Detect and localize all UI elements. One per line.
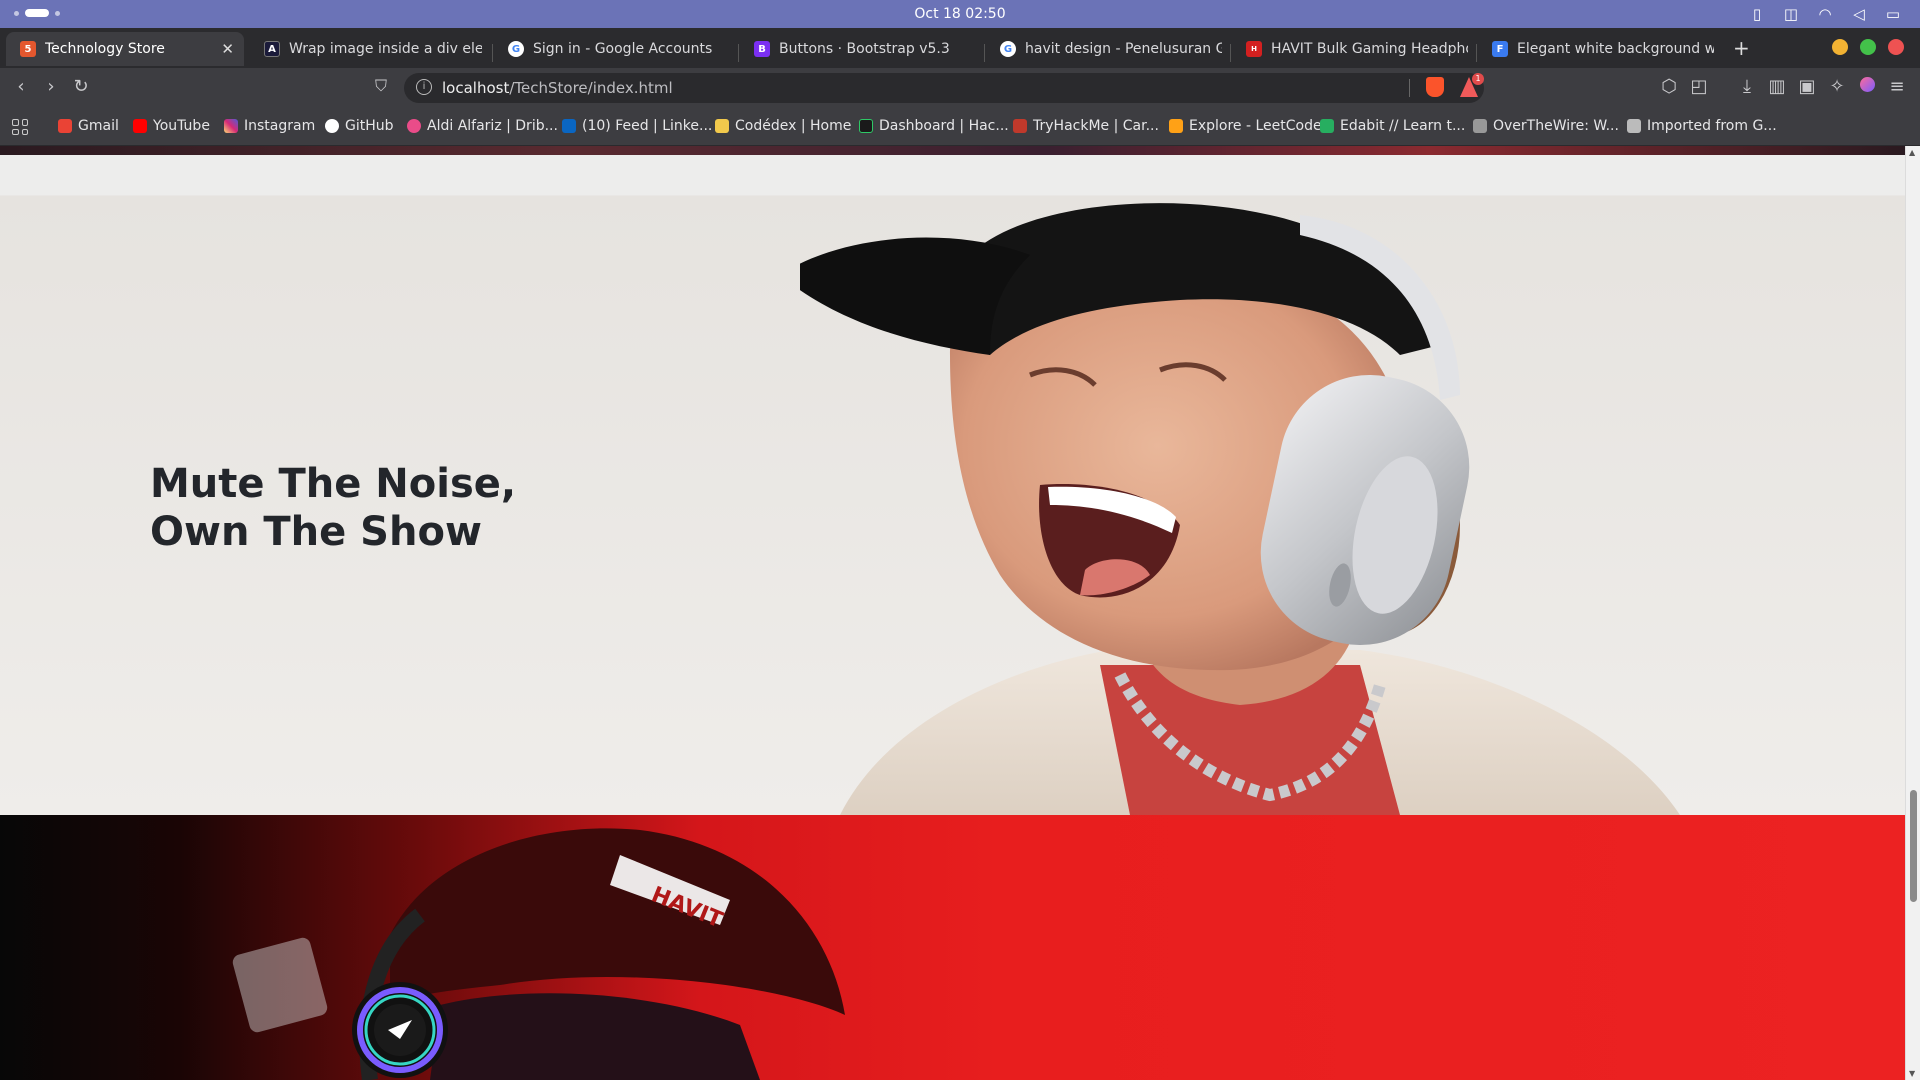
minimize-button[interactable] bbox=[1832, 39, 1848, 55]
google-icon: G bbox=[1000, 41, 1016, 57]
bookmark-tryhackme[interactable]: TryHackMe | Car... bbox=[1013, 118, 1159, 134]
rewards-badge: 1 bbox=[1472, 73, 1484, 85]
close-window-button[interactable] bbox=[1888, 39, 1904, 55]
tab-title: Technology Store bbox=[45, 41, 165, 57]
bookmark-codedex[interactable]: Codédex | Home bbox=[715, 118, 851, 134]
leo-ai-icon[interactable]: ✧ bbox=[1826, 76, 1848, 97]
tab-title: Elegant white background with bbox=[1517, 41, 1714, 57]
address-bar[interactable]: i localhost/TechStore/index.html 1 bbox=[404, 73, 1484, 103]
havit-icon: H bbox=[1246, 41, 1262, 57]
bootstrap-icon: B bbox=[754, 41, 770, 57]
bookmark-imported-folder[interactable]: Imported from G... bbox=[1627, 118, 1777, 134]
linkedin-icon bbox=[562, 119, 576, 133]
html5-icon: 5 bbox=[20, 41, 36, 57]
tab-havit-headphone[interactable]: H HAVIT Bulk Gaming Headphone bbox=[1232, 32, 1468, 66]
bookmark-gmail[interactable]: Gmail bbox=[58, 118, 119, 134]
gamer-headset-image: HAVIT bbox=[232, 828, 845, 1080]
google-icon: G bbox=[508, 41, 524, 57]
bookmark-github[interactable]: GitHub bbox=[325, 118, 394, 134]
folder-icon bbox=[1627, 119, 1641, 133]
scroll-up-icon[interactable]: ▲ bbox=[1909, 148, 1915, 157]
previous-section-edge bbox=[0, 146, 1905, 155]
forward-icon[interactable]: › bbox=[40, 76, 62, 97]
screenshot-icon[interactable]: ◰ bbox=[1688, 76, 1710, 97]
tab-title: Buttons · Bootstrap v5.3 bbox=[779, 41, 950, 57]
gmail-icon bbox=[58, 119, 72, 133]
scrollbar-thumb[interactable] bbox=[1910, 790, 1917, 902]
youtube-icon bbox=[133, 119, 147, 133]
bookmark-linkedin[interactable]: (10) Feed | Linke... bbox=[562, 118, 712, 134]
system-tray: ▯ ◫ ◠ ◁ ▭ bbox=[1748, 5, 1902, 23]
brave-shields-icon[interactable] bbox=[1426, 77, 1444, 97]
bookmark-edabit[interactable]: Edabit // Learn t... bbox=[1320, 118, 1465, 134]
scroll-down-icon[interactable]: ▼ bbox=[1909, 1069, 1915, 1078]
tab-title: havit design - Penelusuran Goo bbox=[1025, 41, 1222, 57]
site-info-icon[interactable]: i bbox=[416, 79, 432, 95]
page-scrollbar[interactable]: ▲ ▼ bbox=[1905, 146, 1920, 1080]
bookmark-dribbble[interactable]: Aldi Alfariz | Drib... bbox=[407, 118, 558, 134]
system-clock[interactable]: Oct 18 02:50 bbox=[0, 6, 1920, 22]
back-icon[interactable]: ‹ bbox=[10, 76, 32, 97]
tab-wrap-image[interactable]: A Wrap image inside a div elemen bbox=[250, 32, 482, 66]
clipboard-icon[interactable]: ▯ bbox=[1748, 5, 1766, 23]
bookmark-youtube[interactable]: YouTube bbox=[133, 118, 210, 134]
hero-section: Mute The Noise, Own The Show bbox=[0, 155, 1905, 815]
download-icon[interactable]: ⤓ bbox=[1736, 76, 1758, 97]
astro-icon: A bbox=[264, 41, 280, 57]
browser-toolbar: ‹ › ↻ ⛉ i localhost/TechStore/index.html… bbox=[0, 68, 1920, 108]
bookmark-instagram[interactable]: Instagram bbox=[224, 118, 315, 134]
docs-icon: F bbox=[1492, 41, 1508, 57]
hero-top-band bbox=[0, 155, 1905, 195]
new-tab-icon[interactable]: + bbox=[1733, 36, 1750, 60]
bookmarks-bar: Gmail YouTube Instagram GitHub Aldi Alfa… bbox=[0, 108, 1920, 146]
codedex-icon bbox=[715, 119, 729, 133]
battery-icon[interactable]: ▭ bbox=[1884, 5, 1902, 23]
wallet-icon[interactable]: ▣ bbox=[1796, 76, 1818, 97]
extensions-icon[interactable]: ⬡ bbox=[1658, 76, 1680, 97]
page-viewport: Mute The Noise, Own The Show HAVIT bbox=[0, 146, 1905, 1080]
dribbble-icon bbox=[407, 119, 421, 133]
bookmark-leetcode[interactable]: Explore - LeetCode bbox=[1169, 118, 1322, 134]
tab-title: Sign in - Google Accounts bbox=[533, 41, 713, 57]
tab-bootstrap-buttons[interactable]: B Buttons · Bootstrap v5.3 bbox=[740, 32, 976, 66]
bookmark-overthewire[interactable]: OverTheWire: W... bbox=[1473, 118, 1619, 134]
bookmark-icon[interactable]: ⛉ bbox=[370, 76, 392, 96]
hackerrank-icon bbox=[859, 119, 873, 133]
sidebar-icon[interactable]: ▥ bbox=[1766, 76, 1788, 97]
tryhackme-icon bbox=[1013, 119, 1027, 133]
overthewire-icon bbox=[1473, 119, 1487, 133]
os-top-bar: Oct 18 02:50 ▯ ◫ ◠ ◁ ▭ bbox=[0, 0, 1920, 28]
tab-havit-search[interactable]: G havit design - Penelusuran Goo bbox=[986, 32, 1222, 66]
havit-promo-section: HAVIT bbox=[0, 815, 1905, 1080]
tab-strip: 5 Technology Store ✕ A Wrap image inside… bbox=[0, 28, 1920, 68]
bookmark-hackerrank[interactable]: Dashboard | Hac... bbox=[859, 118, 1009, 134]
tab-technology-store[interactable]: 5 Technology Store ✕ bbox=[6, 32, 244, 66]
tab-title: Wrap image inside a div elemen bbox=[289, 41, 482, 57]
tab-elegant-background[interactable]: F Elegant white background with bbox=[1478, 32, 1714, 66]
volume-icon[interactable]: ◁ bbox=[1850, 5, 1868, 23]
tab-google-signin[interactable]: G Sign in - Google Accounts bbox=[494, 32, 730, 66]
vpn-icon[interactable] bbox=[1856, 76, 1878, 97]
apps-grid-icon[interactable] bbox=[12, 119, 28, 135]
instagram-icon bbox=[224, 119, 238, 133]
github-icon bbox=[325, 119, 339, 133]
reload-icon[interactable]: ↻ bbox=[70, 76, 92, 97]
menu-icon[interactable]: ≡ bbox=[1886, 76, 1908, 97]
screen-icon[interactable]: ◫ bbox=[1782, 5, 1800, 23]
tab-title: HAVIT Bulk Gaming Headphone bbox=[1271, 41, 1468, 57]
leetcode-icon bbox=[1169, 119, 1183, 133]
edabit-icon bbox=[1320, 119, 1334, 133]
hero-title: Mute The Noise, Own The Show bbox=[150, 461, 517, 555]
headphone-model-image bbox=[800, 203, 1680, 815]
url-text[interactable]: localhost/TechStore/index.html bbox=[442, 79, 673, 97]
close-icon[interactable]: ✕ bbox=[221, 40, 234, 58]
wifi-icon[interactable]: ◠ bbox=[1816, 5, 1834, 23]
maximize-button[interactable] bbox=[1860, 39, 1876, 55]
